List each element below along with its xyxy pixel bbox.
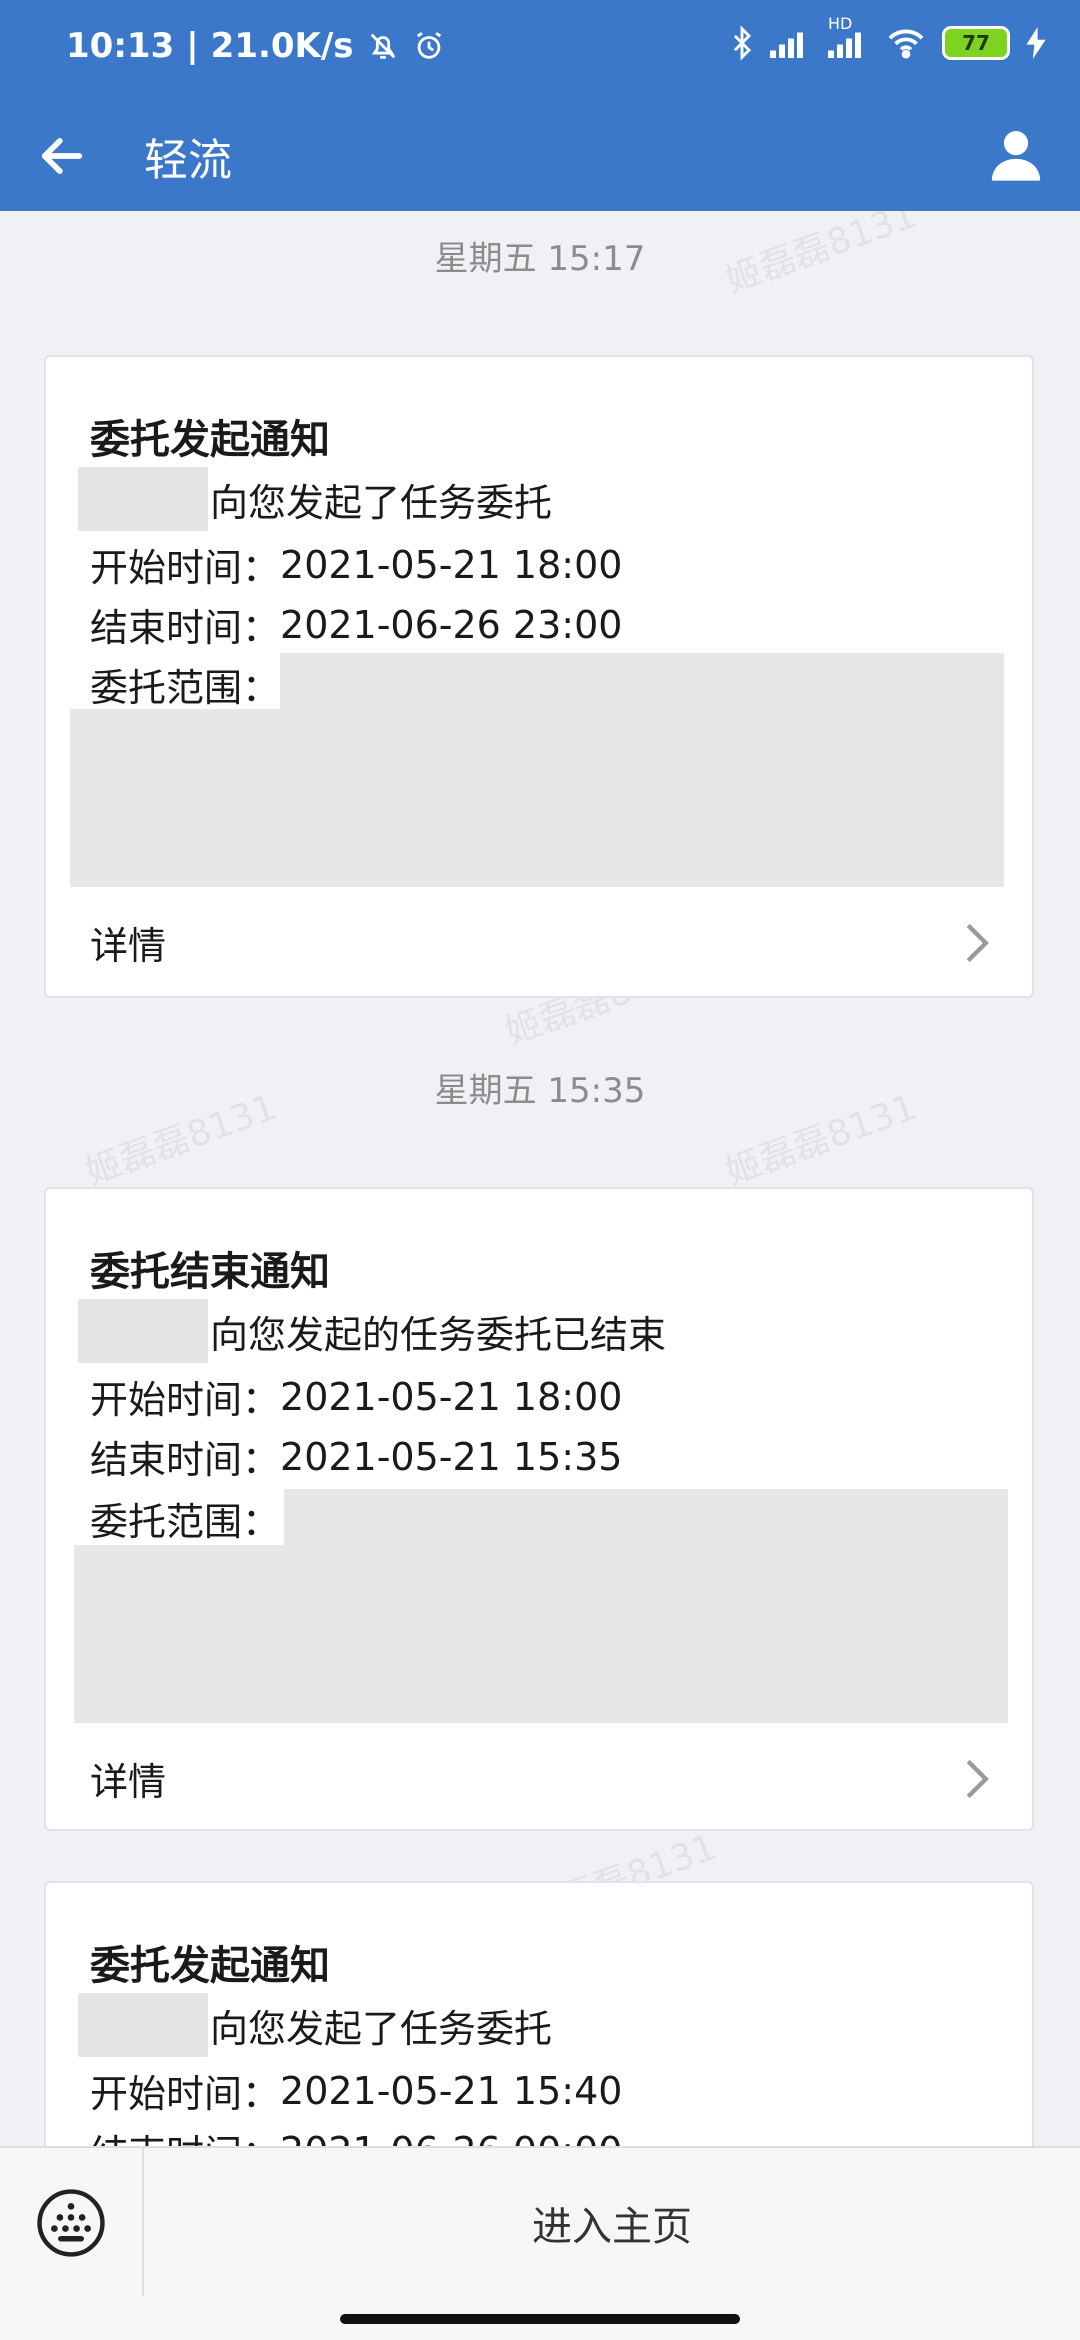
alarm-icon [412,29,446,63]
notification-card: 委托发起通知 向您发起了任务委托 开始时间： 2021-05-21 15:40 … [44,1881,1034,2146]
app-bar: 轻流 [0,100,1080,211]
details-link[interactable]: 详情 [46,1733,1032,1823]
message-timestamp: 星期五 15:17 [434,239,646,279]
card-title: 委托发起通知 [90,1943,330,1989]
message-stream[interactable]: 姬磊磊8131 姬磊磊8131 姬磊磊8131 姬磊磊8131 姬磊磊8131 … [0,211,1080,2146]
app-header: 10:13 | 21.0K/s HD 77 轻流 [0,0,1080,211]
start-time-value: 2021-05-21 18:00 [280,542,623,587]
home-indicator[interactable] [340,2314,740,2324]
card-action-line: 向您发起的任务委托已结束 [78,1299,667,1363]
details-label: 详情 [90,924,167,968]
redacted-scope [280,653,1004,709]
status-time: 10:13 [66,26,175,66]
end-time-line: 结束时间： 2021-05-21 15:35 [90,1429,622,1484]
scope-label: 委托范围： [90,1500,281,1544]
redacted-scope [284,1489,1008,1545]
system-nav-area [0,2296,1080,2340]
end-time-label: 结束时间： [90,606,281,650]
start-time-label: 开始时间： [90,546,281,590]
end-time-value: 2021-05-21 15:35 [280,1434,623,1479]
message-timestamp: 星期五 15:35 [434,1071,646,1111]
chevron-right-icon [966,923,989,963]
card-action-line: 向您发起了任务委托 [78,467,553,531]
start-time-value: 2021-05-21 18:00 [280,1374,623,1419]
notification-card: 委托发起通知 向您发起了任务委托 开始时间： 2021-05-21 18:00 … [44,355,1034,998]
hd-label: HD [828,14,853,33]
details-link[interactable]: 详情 [46,897,1032,987]
card-action: 向您发起了任务委托 [210,2006,553,2051]
app-title: 轻流 [144,135,232,186]
redacted-name [78,467,208,531]
profile-button[interactable] [976,114,1056,194]
redacted-scope [74,1545,1008,1723]
start-time-line: 开始时间： 2021-05-21 15:40 [90,2063,622,2118]
card-action-line: 向您发起了任务委托 [78,1993,553,2057]
start-time-value: 2021-05-21 15:40 [280,2068,623,2113]
redacted-name [78,1993,208,2057]
charging-icon [1026,27,1046,59]
back-arrow-icon [41,138,83,174]
scope-line: 委托范围： [90,1491,280,1546]
start-time-label: 开始时间： [90,2072,281,2116]
start-time-line: 开始时间： 2021-05-21 18:00 [90,537,622,592]
signal-icon [770,28,812,58]
start-time-label: 开始时间： [90,1378,281,1422]
card-title: 委托结束通知 [90,1249,330,1295]
status-left: 10:13 | 21.0K/s [66,26,446,66]
scope-label: 委托范围： [90,666,281,710]
redacted-name [78,1299,208,1363]
end-time-line: 结束时间： 2021-06-26 23:00 [90,597,622,652]
profile-icon [991,131,1041,181]
end-time-label: 结束时间： [90,2123,280,2146]
status-bar: 10:13 | 21.0K/s HD 77 [0,0,1080,100]
card-title: 委托发起通知 [90,417,330,463]
status-net-speed: 21.0K/s [210,26,354,66]
enter-home-button[interactable]: 进入主页 [144,2148,1080,2298]
card-action: 向您发起的任务委托已结束 [210,1312,667,1357]
end-time-label: 结束时间： [90,1438,281,1482]
bottom-bar: 进入主页 [0,2146,1080,2298]
end-time-value: 2021-06-26 23:00 [280,602,623,647]
start-time-line: 开始时间： 2021-05-21 18:00 [90,1369,622,1424]
redacted-scope [70,709,1004,887]
notification-card: 委托结束通知 向您发起的任务委托已结束 开始时间： 2021-05-21 18:… [44,1187,1034,1831]
end-time-line: 结束时间： 2021-06-26 00:00 [90,2123,622,2147]
scope-line: 委托范围： [90,657,280,712]
status-divider: | [186,26,199,66]
details-label: 详情 [90,1760,167,1804]
keyboard-grid-icon [37,2189,105,2257]
keyboard-toggle-button[interactable] [0,2148,144,2298]
wifi-icon [886,27,926,59]
chevron-right-icon [966,1759,989,1799]
end-time-value: 2021-06-26 00:00 [280,2129,622,2147]
battery-indicator: 77 [942,26,1010,60]
bluetooth-icon [730,26,754,60]
card-action: 向您发起了任务委托 [210,480,553,525]
back-button[interactable] [24,118,100,194]
status-right: HD 77 [730,14,1046,60]
signal-hd-icon: HD [828,14,870,58]
mute-bell-icon [366,29,400,63]
